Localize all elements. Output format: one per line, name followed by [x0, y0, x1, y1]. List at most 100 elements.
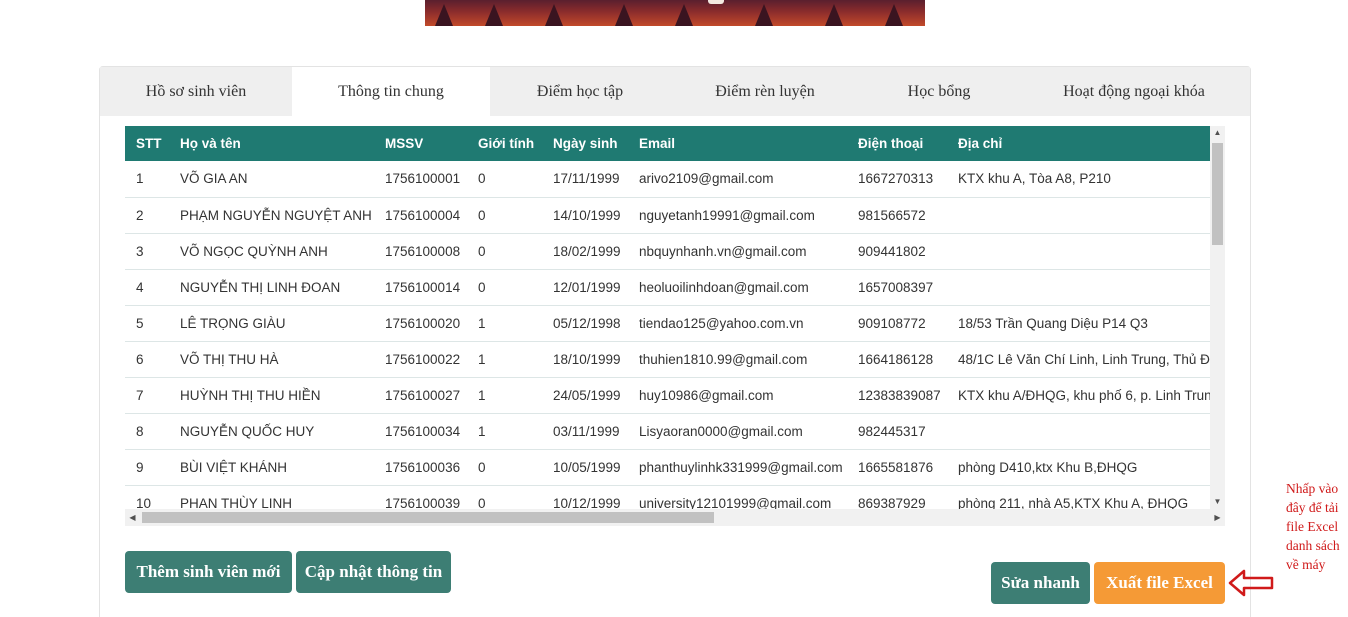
table-cell — [947, 233, 1225, 270]
table-cell: BÙI VIỆT KHÁNH — [169, 449, 374, 486]
table-cell: 1756100036 — [374, 449, 467, 486]
export-hint-note: Nhấp vào đây để tải file Excel danh sách… — [1286, 481, 1340, 572]
vertical-scroll-thumb[interactable] — [1212, 143, 1223, 245]
table-cell: 982445317 — [847, 413, 947, 450]
scroll-right-icon[interactable]: ▶ — [1210, 509, 1225, 526]
table-row[interactable]: 6 VÕ THỊ THU HÀ 1756100022 1 18/10/1999 thuhi… — [125, 341, 1225, 378]
table-cell: 05/12/1998 — [542, 305, 628, 342]
table-cell: 1756100014 — [374, 269, 467, 306]
table-cell: 0 — [467, 449, 542, 486]
table-cell: 1756100034 — [374, 413, 467, 450]
table-cell: 0 — [467, 197, 542, 234]
table-cell: PHẠM NGUYỄN NGUYỆT ANH — [169, 197, 374, 234]
banner-tree-shape — [755, 4, 773, 26]
column-header: Ngày sinh — [553, 136, 618, 151]
table-row[interactable]: 3 VÕ NGỌC QUỲNH ANH 1756100008 0 18/02/1999 n… — [125, 233, 1225, 270]
table-header-row: STT Họ và tên MSSV Giới tính Ngày sinh Email Đ… — [125, 126, 1225, 161]
scroll-left-icon[interactable]: ◀ — [125, 509, 140, 526]
table-cell: phanthuylinhk331999@gmail.com — [628, 449, 847, 486]
banner-tree-shape — [545, 4, 563, 26]
column-header: STT — [136, 136, 162, 151]
tab-bar: Hồ sơ sinh viên Thông tin chung Điểm học… — [100, 67, 1250, 116]
table-cell: 1665581876 — [847, 449, 947, 486]
table-cell: VÕ NGỌC QUỲNH ANH — [169, 233, 374, 270]
table-cell: 17/11/1999 — [542, 161, 628, 198]
table-cell — [947, 413, 1225, 450]
left-arrow-outline-icon — [1228, 569, 1274, 597]
tab-academic-scores[interactable]: Điểm học tập — [490, 67, 670, 116]
scroll-up-icon[interactable]: ▲ — [1210, 126, 1225, 140]
add-student-button[interactable]: Thêm sinh viên mới — [125, 551, 292, 593]
table-cell: LÊ TRỌNG GIÀU — [169, 305, 374, 342]
table-cell: 1 — [467, 341, 542, 378]
student-table: STT Họ và tên MSSV Giới tính Ngày sinh Email Đ… — [125, 126, 1225, 522]
horizontal-scrollbar[interactable]: ◀ ▶ — [125, 509, 1225, 526]
table-cell: 0 — [467, 161, 542, 198]
table-row[interactable]: 9 BÙI VIỆT KHÁNH 1756100036 0 10/05/1999 phan… — [125, 449, 1225, 486]
tab-general-info[interactable]: Thông tin chung — [292, 67, 490, 116]
table-cell: 2 — [125, 197, 169, 234]
table-cell: arivo2109@gmail.com — [628, 161, 847, 198]
table-cell: 1756100008 — [374, 233, 467, 270]
table-cell: 1 — [467, 377, 542, 414]
table-cell — [947, 197, 1225, 234]
table-row[interactable]: 8 NGUYỄN QUỐC HUY 1756100034 1 03/11/1999 Lis… — [125, 413, 1225, 450]
table-cell: 1756100004 — [374, 197, 467, 234]
table-cell: 8 — [125, 413, 169, 450]
table-cell: thuhien1810.99@gmail.com — [628, 341, 847, 378]
table-cell: 1756100022 — [374, 341, 467, 378]
tab-extracurricular[interactable]: Hoạt động ngoại khóa — [1018, 67, 1250, 116]
tab-student-profile[interactable]: Hồ sơ sinh viên — [100, 67, 292, 116]
table-cell: Lisyaoran0000@gmail.com — [628, 413, 847, 450]
table-cell: HUỲNH THỊ THU HIỀN — [169, 377, 374, 414]
table-cell: 1 — [125, 161, 169, 198]
table-cell: 9 — [125, 449, 169, 486]
student-table-viewport: STT Họ và tên MSSV Giới tính Ngày sinh Email Đ… — [125, 126, 1225, 526]
table-cell: KTX khu A, Tòa A8, P210 — [947, 161, 1225, 198]
quick-edit-button[interactable]: Sửa nhanh — [991, 562, 1090, 604]
table-cell: 10/05/1999 — [542, 449, 628, 486]
column-header: Điện thoại — [858, 136, 924, 151]
table-cell: 6 — [125, 341, 169, 378]
table-cell: VÕ GIA AN — [169, 161, 374, 198]
table-cell: phòng D410,ktx Khu B,ĐHQG — [947, 449, 1225, 486]
table-cell: tiendao125@yahoo.com.vn — [628, 305, 847, 342]
table-row[interactable]: 2 PHẠM NGUYỄN NGUYỆT ANH 1756100004 0 14/10/… — [125, 197, 1225, 234]
student-info-panel: Hồ sơ sinh viên Thông tin chung Điểm học… — [99, 66, 1251, 617]
banner-tree-shape — [885, 4, 903, 26]
header-banner-image — [425, 0, 925, 26]
column-header: Địa chỉ — [958, 136, 1003, 151]
column-header: Giới tính — [478, 136, 535, 151]
table-cell: 1756100027 — [374, 377, 467, 414]
table-cell: 1756100020 — [374, 305, 467, 342]
table-row[interactable]: 5 LÊ TRỌNG GIÀU 1756100020 1 05/12/1998 tiend… — [125, 305, 1225, 342]
vertical-scrollbar[interactable]: ▲ ▼ — [1210, 126, 1225, 509]
tab-scholarships[interactable]: Học bổng — [860, 67, 1018, 116]
tab-conduct-scores[interactable]: Điểm rèn luyện — [670, 67, 860, 116]
table-row[interactable]: 7 HUỲNH THỊ THU HIỀN 1756100027 1 24/05/1999… — [125, 377, 1225, 414]
table-row[interactable]: 1 VÕ GIA AN 1756100001 0 17/11/1999 arivo2109… — [125, 161, 1225, 198]
table-cell: 14/10/1999 — [542, 197, 628, 234]
banner-tree-shape — [485, 4, 503, 26]
horizontal-scroll-thumb[interactable] — [142, 512, 714, 523]
table-cell: NGUYỄN QUỐC HUY — [169, 413, 374, 450]
update-info-button[interactable]: Cập nhật thông tin — [296, 551, 451, 593]
table-cell: 1664186128 — [847, 341, 947, 378]
table-cell: 909441802 — [847, 233, 947, 270]
table-cell: 1 — [467, 413, 542, 450]
banner-highlight — [708, 0, 724, 4]
banner-tree-shape — [675, 4, 693, 26]
table-cell: 3 — [125, 233, 169, 270]
table-cell: 4 — [125, 269, 169, 306]
scroll-down-icon[interactable]: ▼ — [1210, 495, 1225, 509]
table-cell: nbquynhanh.vn@gmail.com — [628, 233, 847, 270]
table-cell: 03/11/1999 — [542, 413, 628, 450]
table-cell: 12/01/1999 — [542, 269, 628, 306]
table-cell: 5 — [125, 305, 169, 342]
export-excel-button[interactable]: Xuất file Excel — [1094, 562, 1225, 604]
table-cell: 0 — [467, 269, 542, 306]
table-row[interactable]: 4 NGUYỄN THỊ LINH ĐOAN 1756100014 0 12/01/19… — [125, 269, 1225, 306]
table-cell: KTX khu A/ĐHQG, khu phố 6, p. Linh Trung — [947, 377, 1225, 414]
column-header: Email — [639, 136, 676, 151]
table-cell: nguyetanh19991@gmail.com — [628, 197, 847, 234]
